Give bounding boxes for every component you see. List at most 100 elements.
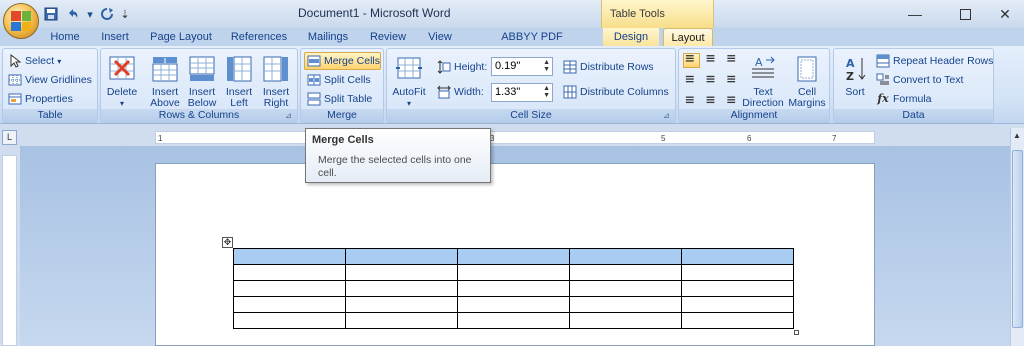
height-input[interactable]: 0.19" ▲ ▼ xyxy=(491,57,553,76)
table-row[interactable] xyxy=(233,312,794,329)
table-cell[interactable] xyxy=(233,280,346,297)
align-bottom-right-icon[interactable] xyxy=(721,91,738,106)
align-middle-right-icon[interactable] xyxy=(721,72,738,87)
close-icon[interactable]: ✕ xyxy=(985,0,1024,28)
cell-margins-button[interactable]: Cell Margins xyxy=(786,54,828,109)
table-row[interactable] xyxy=(233,296,794,313)
repeat-header-rows-button[interactable]: Repeat Header Rows xyxy=(876,52,993,70)
tab-selector[interactable]: L xyxy=(2,130,17,145)
merge-cells-icon xyxy=(307,55,321,67)
select-button[interactable]: Select ▾ xyxy=(8,52,61,70)
insert-above-button[interactable]: Insert Above xyxy=(146,54,184,109)
office-button[interactable] xyxy=(3,3,39,39)
formula-button[interactable]: fx Formula xyxy=(876,90,931,108)
convert-to-text-button[interactable]: Convert to Text xyxy=(876,71,963,89)
table-cell[interactable] xyxy=(233,312,346,329)
redo-icon[interactable] xyxy=(98,6,116,23)
group-alignment: A Text Direction Cell Margins Alignment xyxy=(678,48,830,123)
table-row[interactable] xyxy=(233,264,794,281)
undo-dropdown[interactable]: ▾ xyxy=(86,6,94,23)
tab-design[interactable]: Design xyxy=(603,28,659,46)
cell-size-launcher-icon[interactable]: ⊿ xyxy=(663,111,673,121)
scroll-up-icon[interactable]: ▲ xyxy=(1013,131,1021,140)
tab-review[interactable]: Review xyxy=(364,28,412,46)
split-table-button[interactable]: Split Table xyxy=(307,90,372,108)
tab-abbyy[interactable]: ABBYY PDF Transformer+ xyxy=(468,28,596,61)
tab-layout[interactable]: Layout xyxy=(663,28,713,46)
group-table-label: Table xyxy=(3,109,97,122)
tab-insert[interactable]: Insert xyxy=(95,28,135,46)
maximize-icon[interactable] xyxy=(945,0,985,28)
tab-page-layout[interactable]: Page Layout xyxy=(146,28,216,46)
properties-button[interactable]: Properties xyxy=(8,90,73,108)
document-table[interactable] xyxy=(233,248,794,329)
save-icon[interactable] xyxy=(42,6,60,23)
table-cell[interactable] xyxy=(681,280,794,297)
distribute-rows-button[interactable]: Distribute Rows xyxy=(563,58,654,76)
text-direction-label-2: Direction xyxy=(742,97,784,109)
text-direction-button[interactable]: A Text Direction xyxy=(741,54,785,109)
table-cell[interactable] xyxy=(345,248,458,265)
align-top-left-icon[interactable] xyxy=(683,53,700,68)
minimize-icon[interactable]: — xyxy=(895,0,935,28)
table-cell[interactable] xyxy=(681,312,794,329)
height-spinner-icon[interactable]: ▲ ▼ xyxy=(543,59,550,73)
table-cell[interactable] xyxy=(569,264,682,281)
table-row[interactable] xyxy=(233,280,794,297)
insert-right-button[interactable]: Insert Right xyxy=(257,54,295,109)
delete-label: Delete xyxy=(106,86,138,98)
table-cell[interactable] xyxy=(233,264,346,281)
table-cell[interactable] xyxy=(569,280,682,297)
table-cell[interactable] xyxy=(681,264,794,281)
table-cell[interactable] xyxy=(345,312,458,329)
view-gridlines-button[interactable]: View Gridlines xyxy=(8,71,92,89)
tab-mailings[interactable]: Mailings xyxy=(302,28,354,46)
rows-columns-launcher-icon[interactable]: ⊿ xyxy=(285,111,295,121)
undo-icon[interactable] xyxy=(64,6,82,23)
table-resize-handle[interactable] xyxy=(794,330,799,335)
insert-below-button[interactable]: Insert Below xyxy=(183,54,221,109)
delete-button[interactable]: Delete ▾ xyxy=(103,54,141,109)
align-middle-center-icon[interactable] xyxy=(702,72,719,87)
group-alignment-label: Alignment xyxy=(679,109,829,122)
align-middle-left-icon[interactable] xyxy=(683,72,700,87)
vertical-scrollbar[interactable]: ▲ xyxy=(1010,128,1024,346)
table-cell[interactable] xyxy=(345,296,458,313)
horizontal-ruler[interactable]: 1 3 5 6 7 xyxy=(155,131,875,144)
sort-button[interactable]: AZ Sort xyxy=(836,54,874,98)
customize-qat-dropdown[interactable]: ⇣ xyxy=(120,6,130,23)
table-cell[interactable] xyxy=(457,248,570,265)
table-row[interactable] xyxy=(233,248,794,265)
table-move-handle-icon[interactable]: ✥ xyxy=(222,237,233,248)
distribute-columns-button[interactable]: Distribute Columns xyxy=(563,83,669,101)
table-cell[interactable] xyxy=(345,280,458,297)
split-cells-button[interactable]: Split Cells xyxy=(307,71,371,89)
table-cell[interactable] xyxy=(345,264,458,281)
width-spinner-icon[interactable]: ▲ ▼ xyxy=(543,85,550,99)
row-height-icon xyxy=(437,60,451,74)
merge-cells-button[interactable]: Merge Cells xyxy=(304,52,381,70)
table-cell[interactable] xyxy=(457,264,570,281)
table-cell[interactable] xyxy=(457,296,570,313)
table-cell[interactable] xyxy=(233,248,346,265)
table-cell[interactable] xyxy=(569,248,682,265)
table-cell[interactable] xyxy=(457,312,570,329)
table-cell[interactable] xyxy=(569,312,682,329)
table-cell[interactable] xyxy=(681,248,794,265)
tab-view[interactable]: View xyxy=(420,28,460,46)
insert-left-button[interactable]: Insert Left xyxy=(220,54,258,109)
align-bottom-left-icon[interactable] xyxy=(683,91,700,106)
tab-references[interactable]: References xyxy=(225,28,293,46)
table-cell[interactable] xyxy=(233,296,346,313)
align-top-center-icon[interactable] xyxy=(702,53,719,68)
table-cell[interactable] xyxy=(681,296,794,313)
align-top-right-icon[interactable] xyxy=(721,53,738,68)
scroll-thumb[interactable] xyxy=(1012,150,1023,328)
table-cell[interactable] xyxy=(569,296,682,313)
tab-home[interactable]: Home xyxy=(44,28,86,46)
autofit-button[interactable]: AutoFit ▾ xyxy=(389,54,429,109)
align-bottom-center-icon[interactable] xyxy=(702,91,719,106)
table-cell[interactable] xyxy=(457,280,570,297)
vertical-ruler[interactable] xyxy=(2,155,17,346)
width-input[interactable]: 1.33" ▲ ▼ xyxy=(491,83,553,102)
